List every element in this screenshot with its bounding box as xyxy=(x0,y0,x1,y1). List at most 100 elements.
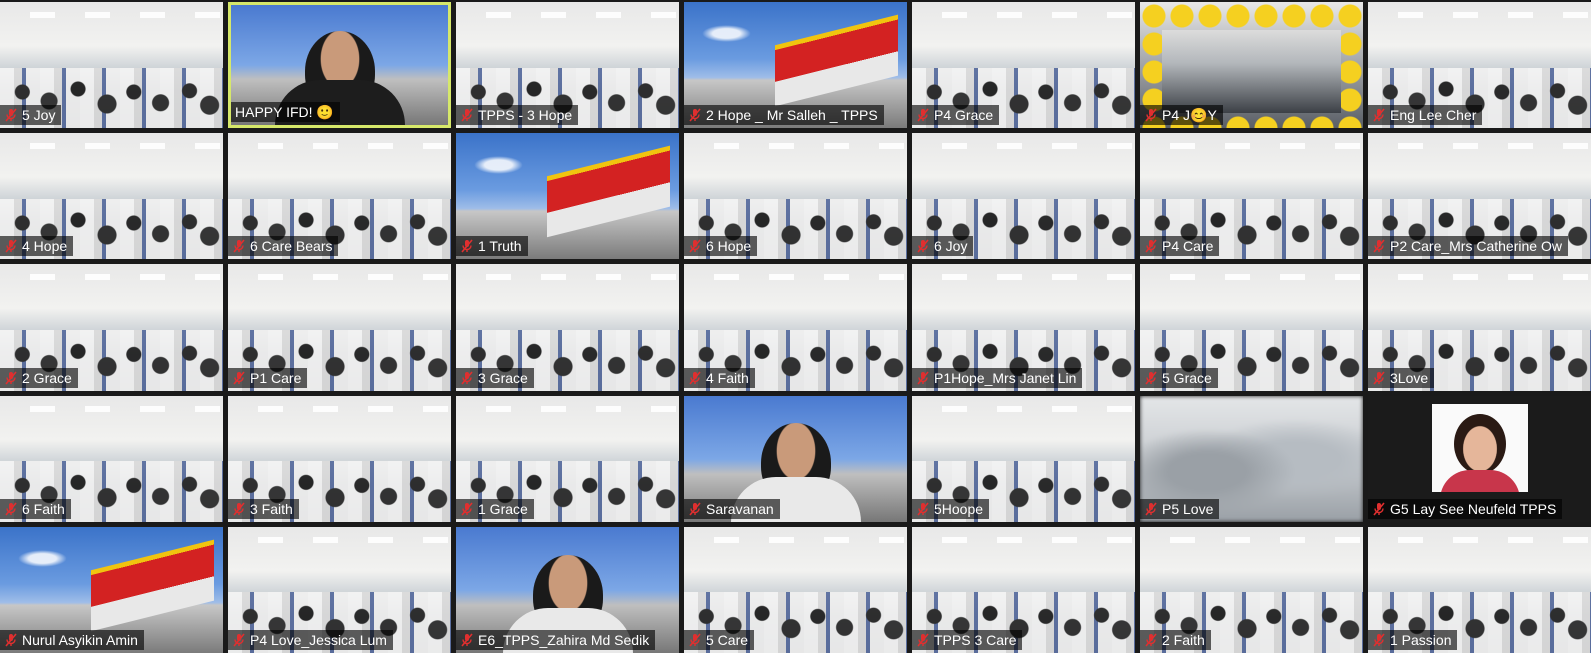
participant-nameplate: 3 Grace xyxy=(456,367,534,388)
mic-muted-icon xyxy=(461,239,473,253)
participant-nameplate: Nurul Asyikin Amin xyxy=(0,629,144,650)
participant-tile[interactable]: 6 Faith xyxy=(0,395,223,522)
participant-tile[interactable]: P1Hope_Mrs Janet Lin xyxy=(912,264,1135,391)
participant-name: 5 Care xyxy=(706,631,749,648)
participant-name: 5Hoope xyxy=(934,500,984,517)
mic-muted-icon xyxy=(461,108,473,122)
participant-tile[interactable]: P4 Love_Jessica Lum xyxy=(228,526,451,653)
participant-name: P4 J😊Y xyxy=(1162,107,1217,124)
mic-muted-icon xyxy=(233,239,245,253)
participant-tile[interactable]: 6 Care Bears xyxy=(228,133,451,260)
mic-muted-icon xyxy=(5,502,17,516)
participant-nameplate: 1 Passion xyxy=(1368,629,1458,650)
participant-tile[interactable]: P1 Care xyxy=(228,264,451,391)
mic-muted-icon xyxy=(1145,239,1157,253)
participant-tile[interactable]: 4 Hope xyxy=(0,133,223,260)
participant-nameplate: TPPS - 3 Hope xyxy=(456,105,579,126)
participant-tile[interactable]: 5 Care xyxy=(684,526,907,653)
participant-tile[interactable]: G5 Lay See Neufeld TPPS xyxy=(1368,395,1591,522)
participant-tile[interactable]: 1 Grace xyxy=(456,395,679,522)
participant-tile[interactable]: E6_TPPS_Zahira Md Sedik xyxy=(456,526,679,653)
participant-name: P5 Love xyxy=(1162,500,1214,517)
mic-muted-icon xyxy=(689,502,701,516)
profile-photo xyxy=(1431,403,1528,492)
participant-nameplate: 1 Grace xyxy=(456,498,534,519)
participant-tile[interactable]: 5 Grace xyxy=(1140,264,1363,391)
participant-name: P4 Grace xyxy=(934,107,994,124)
mic-muted-icon xyxy=(1145,633,1157,647)
mic-muted-icon xyxy=(5,371,17,385)
participant-tile-active-speaker[interactable]: HAPPY IFD! 🙂 xyxy=(228,2,451,129)
mic-muted-icon xyxy=(917,108,929,122)
participant-tile[interactable]: Eng Lee Cher xyxy=(1368,2,1591,129)
participant-name: 6 Hope xyxy=(706,238,752,255)
participant-tile[interactable]: 6 Hope xyxy=(684,133,907,260)
participant-name: 3 Grace xyxy=(478,369,528,386)
participant-name: 1 Passion xyxy=(1390,631,1452,648)
participant-tile[interactable]: 2 Faith xyxy=(1140,526,1363,653)
mic-muted-icon xyxy=(461,633,473,647)
participant-name: P2 Care_Mrs Catherine Ow xyxy=(1390,238,1562,255)
participant-tile[interactable]: 3 Grace xyxy=(456,264,679,391)
participant-nameplate: 6 Joy xyxy=(912,236,974,257)
participant-tile[interactable]: P2 Care_Mrs Catherine Ow xyxy=(1368,133,1591,260)
participant-name: 6 Care Bears xyxy=(250,238,333,255)
participant-tile[interactable]: TPPS - 3 Hope xyxy=(456,2,679,129)
mic-muted-icon xyxy=(461,502,473,516)
participant-tile[interactable]: 3 Faith xyxy=(228,395,451,522)
participant-tile[interactable]: 5 Joy xyxy=(0,2,223,129)
participant-tile[interactable]: 5Hoope xyxy=(912,395,1135,522)
participant-tile[interactable]: 6 Joy xyxy=(912,133,1135,260)
participant-nameplate: P2 Care_Mrs Catherine Ow xyxy=(1368,236,1568,257)
participant-tile[interactable]: Nurul Asyikin Amin xyxy=(0,526,223,653)
participant-name: 2 Grace xyxy=(22,369,72,386)
participant-nameplate: 5 Grace xyxy=(1140,367,1218,388)
participant-nameplate: 4 Faith xyxy=(684,367,755,388)
participant-name: 3Love xyxy=(1390,369,1429,386)
participant-nameplate: HAPPY IFD! 🙂 xyxy=(231,102,340,123)
participant-nameplate: P4 Care xyxy=(1140,236,1220,257)
participant-nameplate: 4 Hope xyxy=(0,236,74,257)
participant-tile[interactable]: 2 Grace xyxy=(0,264,223,391)
participant-name: G5 Lay See Neufeld TPPS xyxy=(1390,500,1557,517)
mic-muted-icon xyxy=(1373,108,1385,122)
participant-tile[interactable]: 4 Faith xyxy=(684,264,907,391)
mic-muted-icon xyxy=(233,371,245,385)
participant-nameplate: P4 J😊Y xyxy=(1140,105,1223,126)
mic-muted-icon xyxy=(5,239,17,253)
participant-tile[interactable]: P4 J😊Y xyxy=(1140,2,1363,129)
mic-muted-icon xyxy=(1145,371,1157,385)
participant-nameplate: G5 Lay See Neufeld TPPS xyxy=(1368,498,1563,519)
participant-tile[interactable]: Saravanan xyxy=(684,395,907,522)
participant-nameplate: 5 Care xyxy=(684,629,755,650)
participant-name: HAPPY IFD! 🙂 xyxy=(235,104,334,121)
participant-tile[interactable]: 2 Hope _ Mr Salleh _ TPPS xyxy=(684,2,907,129)
participant-nameplate: P4 Love_Jessica Lum xyxy=(228,629,393,650)
mic-muted-icon xyxy=(5,633,17,647)
mic-muted-icon xyxy=(1373,371,1385,385)
participant-name: 5 Joy xyxy=(22,107,56,124)
participant-nameplate: 2 Hope _ Mr Salleh _ TPPS xyxy=(684,105,884,126)
mic-muted-icon xyxy=(5,108,17,122)
participant-name: P4 Love_Jessica Lum xyxy=(250,631,387,648)
participant-tile[interactable]: P4 Grace xyxy=(912,2,1135,129)
mic-muted-icon xyxy=(917,239,929,253)
mic-muted-icon xyxy=(233,502,245,516)
participant-nameplate: 6 Faith xyxy=(0,498,71,519)
participant-nameplate: 6 Hope xyxy=(684,236,758,257)
participant-name: Nurul Asyikin Amin xyxy=(22,631,138,648)
participant-name: 6 Faith xyxy=(22,500,65,517)
participant-tile[interactable]: 3Love xyxy=(1368,264,1591,391)
participant-tile[interactable]: 1 Passion xyxy=(1368,526,1591,653)
video-gallery: 5 Joy HAPPY IFD! 🙂 TPPS - 3 Hope 2 Hope _ M… xyxy=(0,0,1591,653)
participant-tile[interactable]: P5 Love xyxy=(1140,395,1363,522)
participant-nameplate: 2 Faith xyxy=(1140,629,1211,650)
participant-nameplate: P5 Love xyxy=(1140,498,1220,519)
mic-muted-icon xyxy=(1145,502,1157,516)
participant-tile[interactable]: P4 Care xyxy=(1140,133,1363,260)
mic-muted-icon xyxy=(917,371,929,385)
mic-muted-icon xyxy=(689,633,701,647)
participant-nameplate: P4 Grace xyxy=(912,105,1000,126)
participant-tile[interactable]: TPPS 3 Care xyxy=(912,526,1135,653)
participant-tile[interactable]: 1 Truth xyxy=(456,133,679,260)
